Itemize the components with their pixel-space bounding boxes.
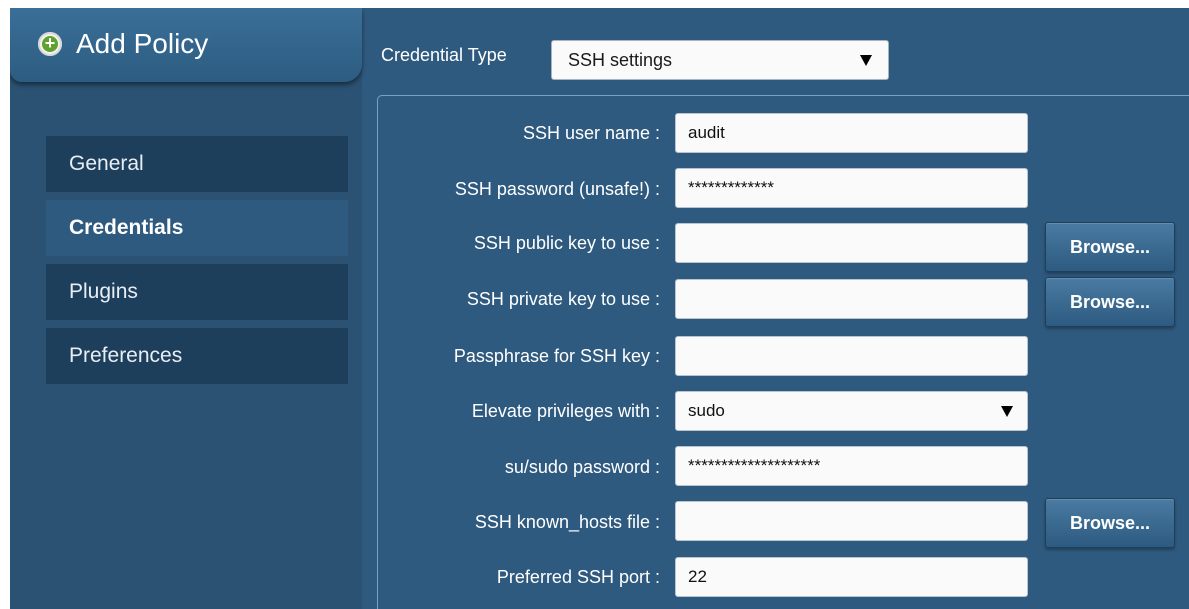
add-circle-icon[interactable]: [38, 30, 62, 56]
ssh-public-key-input[interactable]: [675, 223, 1028, 263]
elevate-privileges-value: sudo: [688, 401, 725, 420]
left-panel: Add Policy General Credentials Plugins P…: [10, 8, 362, 609]
elevate-privileges-select[interactable]: sudo: [675, 391, 1028, 431]
ssh-passphrase-label: Passphrase for SSH key :: [453, 346, 660, 366]
ssh-password-label: SSH password (unsafe!) :: [454, 179, 660, 199]
ssh-private-key-input[interactable]: [675, 279, 1028, 319]
sidebar-item-credentials[interactable]: Credentials: [46, 200, 348, 256]
ssh-public-key-label: SSH public key to use :: [473, 233, 660, 253]
elevate-privileges-label: Elevate privileges with :: [471, 401, 660, 421]
sidebar-item-general[interactable]: General: [46, 136, 348, 192]
known-hosts-label: SSH known_hosts file :: [474, 512, 660, 532]
page-title: Add Policy: [76, 28, 209, 59]
credential-type-select[interactable]: SSH settings: [551, 40, 889, 80]
browse-private-key-button[interactable]: Browse...: [1045, 277, 1175, 327]
credential-type-value: SSH settings: [568, 50, 673, 70]
credential-type-label: Credential Type: [381, 45, 507, 65]
ssh-password-input[interactable]: *************: [675, 168, 1028, 208]
ssh-user-name-input[interactable]: audit: [675, 113, 1028, 153]
policy-window: Add Policy General Credentials Plugins P…: [10, 8, 1189, 609]
ssh-port-input[interactable]: 22: [675, 557, 1028, 597]
sidebar-item-preferences[interactable]: Preferences: [46, 328, 348, 384]
sidebar-item-plugins[interactable]: Plugins: [46, 264, 348, 320]
policy-header: Add Policy: [10, 8, 362, 82]
browse-public-key-button[interactable]: Browse...: [1045, 222, 1175, 272]
ssh-private-key-label: SSH private key to use :: [466, 289, 660, 309]
known-hosts-input[interactable]: [675, 501, 1028, 541]
ssh-user-name-label: SSH user name :: [522, 123, 660, 143]
sidebar-nav: General Credentials Plugins Preferences: [46, 136, 348, 392]
ssh-passphrase-input[interactable]: [675, 336, 1028, 376]
sudo-password-input[interactable]: ********************: [675, 446, 1028, 486]
dropdown-arrow-icon: [860, 55, 872, 66]
sudo-password-label: su/sudo password :: [504, 457, 660, 477]
ssh-port-label: Preferred SSH port :: [496, 567, 660, 587]
dropdown-arrow-icon: [1001, 406, 1013, 417]
browse-known-hosts-button[interactable]: Browse...: [1045, 498, 1175, 548]
